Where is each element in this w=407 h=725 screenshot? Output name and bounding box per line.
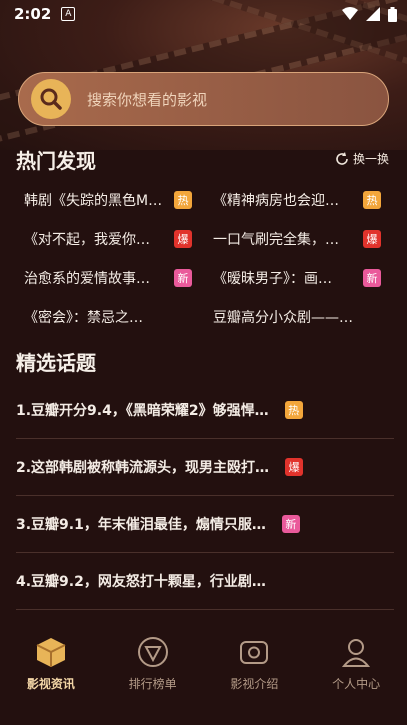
hot-item[interactable]: 《精神病房也会迎… 热 [205,190,394,210]
hot-item-title[interactable]: 《对不起，我爱你… [24,229,174,249]
camera-icon [240,641,269,664]
bao-badge: 爆 [285,458,304,476]
tab-intro[interactable]: 影视介绍 [209,635,299,725]
hot-item[interactable]: 《对不起，我爱你… 爆 [16,229,205,249]
hot-item-title[interactable]: 《暧昧男子》：画… [213,268,363,288]
tab-profile[interactable]: 个人中心 [311,635,401,725]
topic-item[interactable]: 3.豆瓣9.1，年末催泪最佳，煽情只服… 新 [16,496,394,553]
wifi-icon [342,7,358,20]
tab-news[interactable]: 影视资讯 [6,635,96,725]
hot-badge: 热 [174,190,192,209]
topic-list: 1.豆瓣开分9.4，《黑暗荣耀2》够强悍… 热 2.这部韩剧被称韩流源头，现男主殴… [16,382,394,610]
bottom-tab-bar: 影视资讯 排行榜单 影视介绍 个人中心 [0,625,407,725]
tab-ranking[interactable]: 排行榜单 [108,635,198,725]
notification-icon: A [61,7,76,21]
battery-icon [388,6,397,22]
hot-item[interactable]: 《暧昧男子》：画… 新 [205,268,394,288]
signal-icon [366,7,380,21]
search-icon [31,79,71,119]
topic-item[interactable]: 4.豆瓣9.2，网友怒打十颗星，行业剧… [16,553,394,610]
hot-item-title[interactable]: 一口气刷完全集，… [213,229,363,249]
topic-item[interactable]: 1.豆瓣开分9.4，《黑暗荣耀2》够强悍… 热 [16,382,394,439]
box-icon [36,638,66,667]
person-icon [342,639,371,667]
new-badge: 新 [174,268,192,287]
refresh-button[interactable]: 换一换 [335,150,389,167]
hot-item-title[interactable]: 治愈系的爱情故事… [24,268,174,288]
topic-title[interactable]: 4.豆瓣9.2，网友怒打十颗星，行业剧… [16,571,266,591]
tab-profile-label[interactable]: 个人中心 [332,675,380,692]
topic-title[interactable]: 3.豆瓣9.1，年末催泪最佳，煽情只服… [16,514,266,534]
hot-item[interactable]: 韩剧《失踪的黑色M… 热 [16,190,205,210]
search-bar[interactable]: 搜索你想看的影视 [18,72,389,126]
new-badge: 新 [281,515,300,533]
tab-intro-label[interactable]: 影视介绍 [230,675,278,692]
hot-item-title[interactable]: 韩剧《失踪的黑色M… [24,190,174,210]
topic-item[interactable]: 2.这部韩剧被称韩流源头，现男主殴打… 爆 [16,439,394,496]
hot-badge: 热 [284,401,303,419]
refresh-icon [336,151,348,165]
tab-news-label[interactable]: 影视资讯 [27,675,75,692]
hot-list: 韩剧《失踪的黑色M… 热 《精神病房也会迎… 热 《对不起，我爱你… 爆 一口气刷完全… [16,180,394,336]
status-bar: 2:02 A [0,0,407,28]
search-placeholder[interactable]: 搜索你想看的影视 [87,89,207,110]
hot-item[interactable]: 一口气刷完全集，… 爆 [205,229,394,249]
hot-item-title[interactable]: 《密会》：禁忌之… [24,307,174,327]
topics-section-title: 精选话题 [16,351,96,375]
hot-section-title: 热门发现 [16,149,96,173]
hot-item[interactable]: 豆瓣高分小众剧——… [205,307,394,327]
new-badge: 新 [363,268,381,287]
hot-badge: 热 [363,190,381,209]
hot-item-title[interactable]: 豆瓣高分小众剧——… [213,307,363,327]
status-time: 2:02 [14,5,52,23]
bao-badge: 爆 [174,229,192,248]
hot-item[interactable]: 《密会》：禁忌之… [16,307,205,327]
bao-badge: 爆 [363,229,381,248]
hot-item-title[interactable]: 《精神病房也会迎… [213,190,363,210]
refresh-label[interactable]: 换一换 [353,150,389,167]
ranking-icon [137,637,168,667]
tab-ranking-label[interactable]: 排行榜单 [129,675,177,692]
topic-title[interactable]: 1.豆瓣开分9.4，《黑暗荣耀2》够强悍… [16,400,269,420]
hot-item[interactable]: 治愈系的爱情故事… 新 [16,268,205,288]
topic-title[interactable]: 2.这部韩剧被称韩流源头，现男主殴打… [16,457,269,477]
